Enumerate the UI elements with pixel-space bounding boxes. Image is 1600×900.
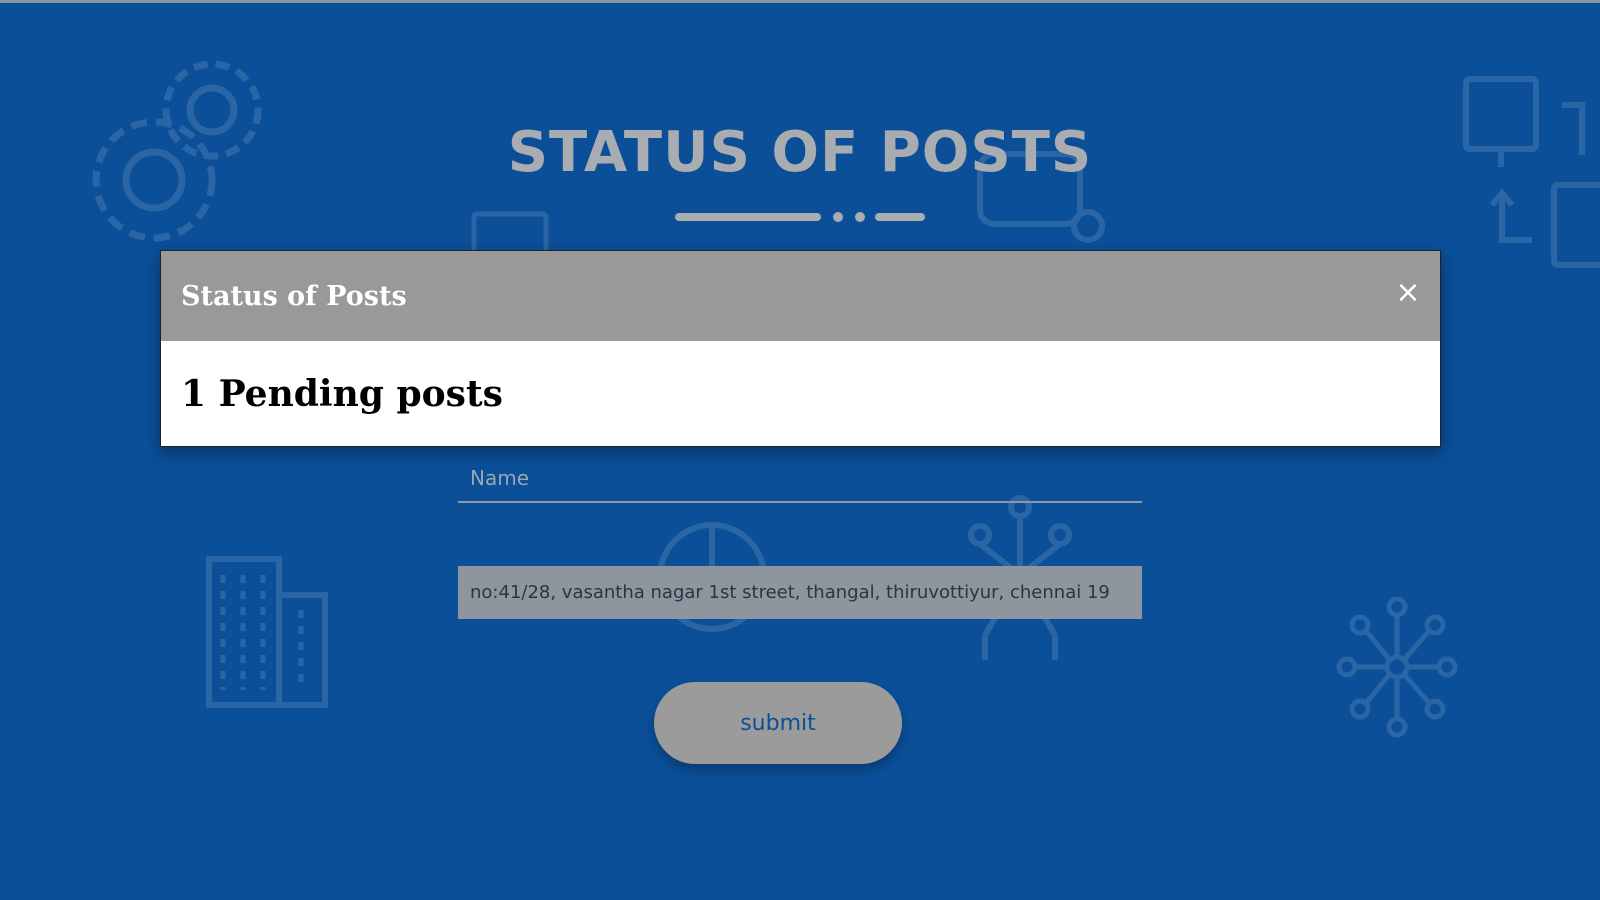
modal-header: Status of Posts ×: [161, 251, 1440, 341]
modal-title: Status of Posts: [181, 280, 407, 312]
status-modal: Status of Posts × 1 Pending posts: [160, 250, 1441, 447]
hub-icon: [1335, 595, 1460, 740]
name-field[interactable]: [458, 455, 1142, 503]
pending-posts-message: 1 Pending posts: [181, 373, 503, 415]
close-icon[interactable]: ×: [1392, 277, 1424, 309]
building-icon: [205, 555, 330, 710]
top-border: [0, 0, 1600, 3]
monitor-icon: [470, 210, 550, 250]
submit-button[interactable]: submit: [654, 682, 902, 764]
page-title: STATUS OF POSTS: [507, 120, 1093, 185]
modal-body: 1 Pending posts: [161, 341, 1440, 447]
address-field[interactable]: no:41/28, vasantha nagar 1st street, tha…: [458, 566, 1142, 619]
